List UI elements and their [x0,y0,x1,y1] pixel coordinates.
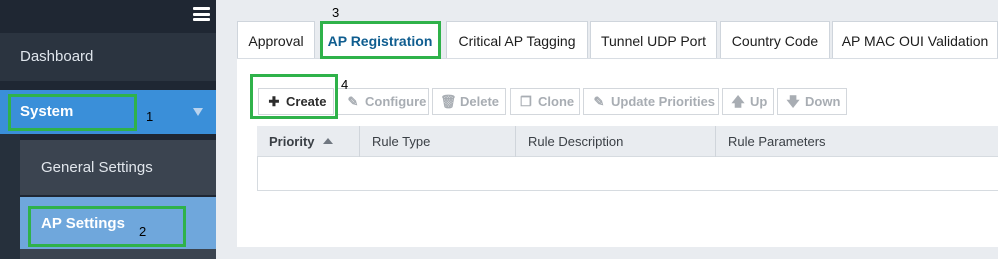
configure-button[interactable]: ✎ Configure [337,88,429,115]
column-header-rule-parameters[interactable]: Rule Parameters [716,126,998,157]
clone-icon: ❐ [520,94,532,109]
annotation-number-1: 1 [146,109,154,124]
table-body-empty [257,157,998,191]
sidebar-separator [0,81,216,90]
trash-icon: 🗑 [440,94,457,109]
annotation-number-2: 2 [139,224,147,239]
sidebar-item-dashboard[interactable]: Dashboard [0,33,216,81]
hamburger-menu-icon[interactable] [193,7,210,21]
clone-button-label: Clone [538,94,575,109]
up-button[interactable]: 🡅 Up [722,88,774,115]
sidebar-item-next [20,249,216,259]
arrow-down-icon: 🡇 [786,94,800,109]
tab-country-code[interactable]: Country Code [720,21,830,59]
update-priorities-button-label: Update Priorities [611,94,716,109]
annotation-number-4: 4 [341,77,349,92]
annotation-box-system [8,94,137,131]
column-header-rule-description[interactable]: Rule Description [516,126,716,157]
column-header-priority-label: Priority [269,134,315,149]
sort-ascending-icon [322,138,333,144]
down-button-label: Down [805,94,841,109]
pencil-icon: ✎ [347,94,359,109]
table-header: Priority Rule Type Rule Description Rule… [257,126,998,157]
delete-button-label: Delete [460,94,500,109]
up-button-label: Up [750,94,768,109]
down-button[interactable]: 🡇 Down [777,88,847,115]
delete-button[interactable]: 🗑 Delete [432,88,506,115]
submenu-rail [0,134,20,259]
triangle-down-icon [193,108,203,116]
clone-button[interactable]: ❐ Clone [510,88,580,115]
annotation-box-ap-settings [28,206,186,247]
arrow-up-icon: 🡅 [731,94,745,109]
annotation-box-create [250,74,338,119]
tab-ap-mac-oui-validation[interactable]: AP MAC OUI Validation [832,21,998,59]
update-priorities-button[interactable]: ✎ Update Priorities [583,88,719,115]
tab-tunnel-udp-port[interactable]: Tunnel UDP Port [590,21,717,59]
configure-button-label: Configure [365,94,427,109]
tab-approval[interactable]: Approval [237,21,315,59]
column-header-rule-type[interactable]: Rule Type [360,126,516,157]
sidebar-item-general-settings[interactable]: General Settings [20,140,216,195]
annotation-box-ap-registration [320,21,441,59]
column-header-priority[interactable]: Priority [257,126,360,157]
pencil-icon: ✎ [593,94,605,109]
tab-critical-ap-tagging[interactable]: Critical AP Tagging [446,21,588,59]
annotation-number-3: 3 [332,5,340,20]
